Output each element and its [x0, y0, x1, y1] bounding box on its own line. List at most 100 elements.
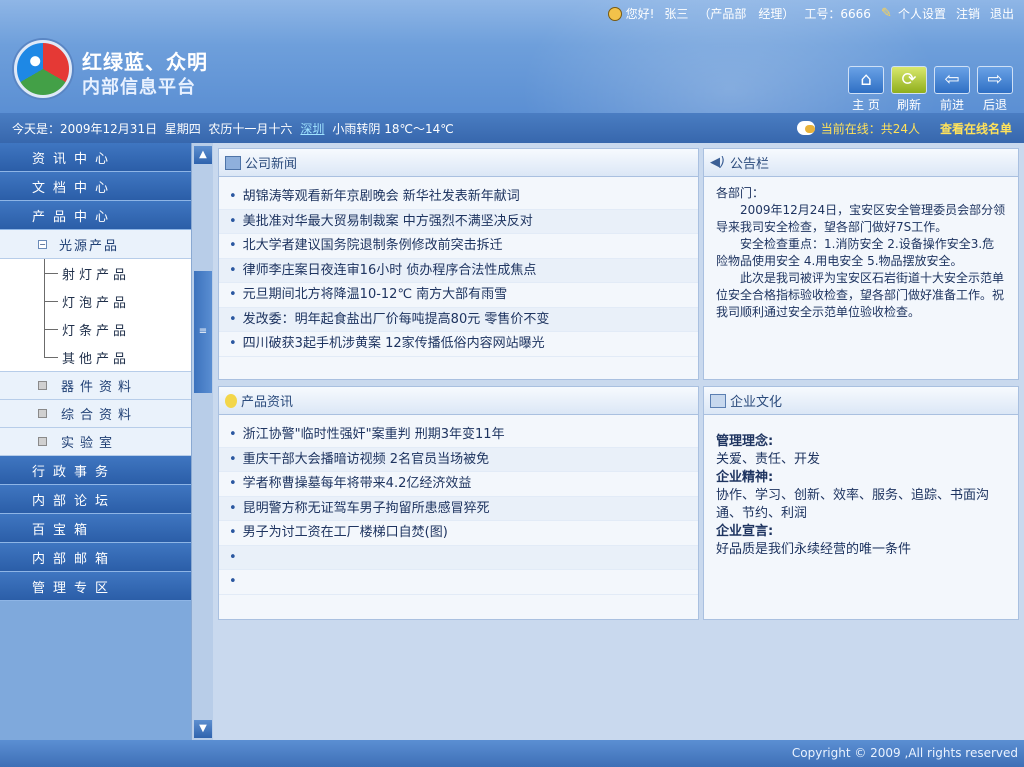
arrow-right-icon: ⇨	[977, 66, 1013, 94]
news-item[interactable]: 男子为讨工资在工厂楼梯口自焚(图)	[219, 521, 698, 546]
sidebar-item-management[interactable]: 管理专区	[0, 572, 191, 601]
exit-link[interactable]: 退出	[990, 5, 1014, 22]
notice-recipient: 各部门：	[716, 186, 765, 200]
news-item[interactable]: 浙江协警"临时性强奸"案重判 刑期3年变11年	[219, 423, 698, 448]
product-news-panel: 产品资讯 浙江协警"临时性强奸"案重判 刑期3年变11年 重庆干部大会播暗访视频…	[218, 386, 699, 620]
collapse-icon: −	[38, 239, 47, 249]
sidebar-item-product-center[interactable]: 产品中心	[0, 201, 191, 230]
notice-paragraph: 安全检查重点：1.消防安全 2.设备操作安全3.危险物品使用安全 4.用电安全 …	[716, 237, 995, 268]
notice-paragraph: 此次是我司被评为宝安区石岩街道十大安全示范单位安全合格指标验收检查，望各部门做好…	[716, 271, 1005, 319]
empty-row	[219, 570, 698, 595]
notice-panel: ◀) 公告栏 各部门： 2009年12月24日，宝安区安全管理委员会部分领导来我司…	[703, 148, 1019, 380]
footer: Copyright © 2009 ,All rights reserved	[0, 740, 1024, 767]
tree-item-other[interactable]: 其他产品	[0, 343, 191, 371]
scroll-thumb[interactable]: ≡	[194, 271, 212, 393]
news-item[interactable]: 北大学者建议国务院退制条例修改前突击拆迁	[219, 234, 698, 259]
back-button[interactable]: ⇨ 后退	[976, 66, 1014, 113]
refresh-button[interactable]: ⟳ 刷新	[890, 66, 928, 113]
info-bar: 今天是：2009年12月31日 星期四 农历十一月十六 深圳 小雨转阴 18℃～…	[0, 113, 1024, 143]
scroll-down-icon[interactable]: ▼	[194, 720, 212, 738]
empty-row	[219, 545, 698, 570]
copyright-text: Copyright © 2009 ,All rights reserved	[791, 746, 1018, 760]
forward-button[interactable]: ⇦ 前进	[933, 66, 971, 113]
expand-icon	[38, 381, 47, 390]
notice-paragraph: 2009年12月24日，宝安区安全管理委员会部分领导来我司安全检查，望各部门做好…	[716, 203, 1006, 234]
news-item[interactable]: 学者称曹操墓每年将带来4.2亿经济效益	[219, 472, 698, 497]
employee-id: 工号：6666	[804, 6, 871, 21]
refresh-icon: ⟳	[891, 66, 927, 94]
windows-icon	[710, 393, 726, 408]
logo	[14, 40, 72, 98]
news-item[interactable]: 律师李庄案日夜连审16小时 侦办程序合法性成焦点	[219, 258, 698, 283]
lightbulb-icon	[225, 393, 237, 408]
sidebar-sub-general[interactable]: 综合资料	[0, 400, 191, 428]
sidebar-scrollbar[interactable]: ▲ ≡ ▼	[191, 143, 213, 740]
user-bar: 您好! 张三 （产品部 经理） 工号：6666 ✎ 个人设置 注销 退出	[607, 0, 1024, 26]
home-button[interactable]: ⌂ 主 页	[847, 66, 885, 113]
product-tree: 射灯产品 灯泡产品 灯条产品 其他产品	[0, 259, 191, 372]
arrow-left-icon: ⇦	[934, 66, 970, 94]
speaker-icon: ◀)	[710, 154, 726, 170]
settings-link[interactable]: ✎ 个人设置	[881, 5, 946, 22]
panel-header: 企业文化	[704, 387, 1018, 415]
panel-header: 公司新闻	[219, 149, 698, 177]
concept-text: 关爱、责任、开发	[716, 452, 821, 467]
tree-item-spotlight[interactable]: 射灯产品	[0, 259, 191, 287]
news-item[interactable]: 美批准对华最大贸易制裁案 中方强烈不满坚决反对	[219, 209, 698, 234]
home-icon: ⌂	[848, 66, 884, 94]
spirit-label: 企业精神:	[716, 470, 774, 485]
date-text: 今天是：2009年12月31日	[12, 121, 158, 136]
city-link[interactable]: 深圳	[300, 120, 324, 137]
wrench-icon: ✎	[880, 6, 892, 21]
user-icon	[607, 7, 622, 21]
news-item[interactable]: 元旦期间北方将降温10-12℃ 南方大部有雨雪	[219, 283, 698, 308]
slogan-label: 企业宣言:	[716, 524, 774, 539]
product-news-list: 浙江协警"临时性强奸"案重判 刑期3年变11年 重庆干部大会播暗访视频 2名官员…	[219, 415, 698, 595]
news-icon	[225, 155, 241, 170]
lunar-date: 农历十一月十六	[208, 121, 293, 136]
user-greeting: 您好!	[607, 5, 654, 22]
sidebar-sub-light-products[interactable]: − 光源产品	[0, 230, 191, 259]
header: 您好! 张三 （产品部 经理） 工号：6666 ✎ 个人设置 注销 退出 红绿蓝、…	[0, 0, 1024, 113]
weather-text: 小雨转阴 18℃～14℃	[332, 121, 454, 136]
sidebar-item-toolbox[interactable]: 百宝箱	[0, 514, 191, 543]
tree-item-strip[interactable]: 灯条产品	[0, 315, 191, 343]
slogan-text: 好品质是我们永续经营的唯一条件	[716, 542, 912, 557]
culture-panel: 企业文化 管理理念: 关爱、责任、开发 企业精神: 协作、学习、创新、效率、服务…	[703, 386, 1019, 620]
sidebar-sub-lab[interactable]: 实验室	[0, 428, 191, 456]
news-item[interactable]: 发改委：明年起食盐出厂价每吨提高80元 零售价不变	[219, 307, 698, 332]
online-count: 当前在线：共24人	[820, 121, 920, 136]
sidebar-item-mailbox[interactable]: 内部邮箱	[0, 543, 191, 572]
scroll-up-icon[interactable]: ▲	[194, 146, 212, 164]
sidebar-item-admin[interactable]: 行政事务	[0, 456, 191, 485]
brand-subtitle: 内部信息平台	[82, 77, 196, 98]
sidebar-sub-components[interactable]: 器件资料	[0, 372, 191, 400]
expand-icon	[38, 437, 47, 446]
expand-icon	[38, 409, 47, 418]
news-item[interactable]: 昆明警方称无证驾车男子拘留所患感冒猝死	[219, 496, 698, 521]
sidebar-item-forum[interactable]: 内部论坛	[0, 485, 191, 514]
news-item[interactable]: 胡锦涛等观看新年京剧晚会 新华社发表新年献词	[219, 185, 698, 210]
news-item[interactable]: 四川破获3起手机涉黄案 12家传播低俗内容网站曝光	[219, 332, 698, 357]
online-status: 当前在线：共24人 查看在线名单	[796, 113, 1012, 143]
logout-link[interactable]: 注销	[956, 5, 980, 22]
chat-icon	[796, 121, 815, 135]
view-online-link[interactable]: 查看在线名单	[940, 120, 1012, 137]
sidebar-item-document-center[interactable]: 文档中心	[0, 172, 191, 201]
brand-name: 红绿蓝、众明	[82, 50, 208, 74]
panel-header: 产品资讯	[219, 387, 698, 415]
concept-label: 管理理念:	[716, 434, 774, 449]
tree-item-bulb[interactable]: 灯泡产品	[0, 287, 191, 315]
spirit-text: 协作、学习、创新、效率、服务、追踪、书面沟通、节约、利润	[716, 488, 990, 521]
weekday-text: 星期四	[164, 121, 201, 136]
company-news-list: 胡锦涛等观看新年京剧晚会 新华社发表新年献词 美批准对华最大贸易制裁案 中方强烈…	[219, 177, 698, 357]
nav-buttons: ⌂ 主 页 ⟳ 刷新 ⇦ 前进 ⇨ 后退	[847, 66, 1014, 113]
sidebar: 资讯中心 文档中心 产品中心 − 光源产品 射灯产品 灯泡产品 灯条产品 其他产品…	[0, 143, 191, 740]
panel-header: ◀) 公告栏	[704, 149, 1018, 177]
user-department: （产品部 经理）	[698, 6, 795, 21]
sidebar-item-news-center[interactable]: 资讯中心	[0, 143, 191, 172]
user-name: 张三	[664, 6, 689, 21]
news-item[interactable]: 重庆干部大会播暗访视频 2名官员当场被免	[219, 447, 698, 472]
company-news-panel: 公司新闻 胡锦涛等观看新年京剧晚会 新华社发表新年献词 美批准对华最大贸易制裁案…	[218, 148, 699, 380]
main-content: 公司新闻 胡锦涛等观看新年京剧晚会 新华社发表新年献词 美批准对华最大贸易制裁案…	[213, 143, 1024, 740]
